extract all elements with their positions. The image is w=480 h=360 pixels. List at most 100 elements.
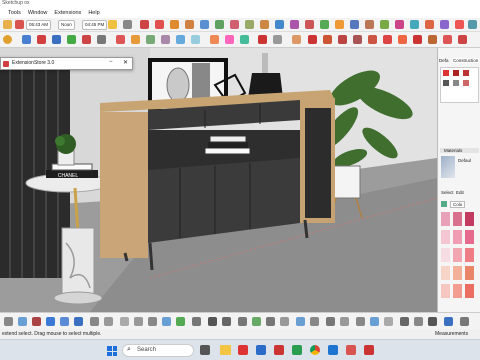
terrain-icon[interactable] [134, 317, 143, 326]
material-swatch[interactable] [453, 284, 462, 298]
cursor-icon[interactable] [4, 317, 13, 326]
material-swatch[interactable] [441, 266, 450, 280]
frame-icon[interactable] [414, 317, 423, 326]
minimize-button[interactable]: − [109, 59, 113, 65]
bag-icon[interactable] [460, 317, 469, 326]
tool-icon[interactable] [463, 70, 469, 76]
shadow-time-start[interactable]: 05:43 AM [26, 20, 52, 30]
cube-icon[interactable] [310, 317, 319, 326]
guides-icon[interactable] [273, 35, 282, 44]
orbit-icon[interactable] [3, 35, 12, 44]
plugin-icon[interactable] [365, 20, 374, 29]
extension-store-window[interactable]: ExtensionStore 3.0 − ✕ [0, 57, 133, 70]
section-fill-icon[interactable] [240, 35, 249, 44]
wireframe-icon[interactable] [37, 35, 46, 44]
plugin-icon[interactable] [275, 20, 284, 29]
flip-icon[interactable] [443, 35, 452, 44]
hidden-line-icon[interactable] [52, 35, 61, 44]
material-swatch[interactable] [465, 266, 474, 280]
close-button[interactable]: ✕ [123, 59, 128, 66]
intersect-icon[interactable] [458, 35, 467, 44]
plugin-icon[interactable] [468, 20, 477, 29]
plugin-icon[interactable] [410, 20, 419, 29]
tape-icon[interactable] [308, 35, 317, 44]
iso-view-icon[interactable] [116, 35, 125, 44]
chair-icon[interactable] [222, 317, 231, 326]
plugin-icon[interactable] [440, 20, 449, 29]
material-swatch[interactable] [453, 248, 462, 262]
dimension-icon[interactable] [323, 35, 332, 44]
plugin-icon[interactable] [350, 20, 359, 29]
move-icon[interactable] [383, 35, 392, 44]
plugin-icon[interactable] [260, 20, 269, 29]
camera-icon[interactable] [123, 20, 132, 29]
solid-tools-icon[interactable] [46, 317, 55, 326]
app-icon[interactable] [256, 345, 266, 355]
mono-icon[interactable] [97, 35, 106, 44]
select-tab[interactable]: Select [441, 190, 454, 195]
tool-icon[interactable] [443, 80, 449, 86]
menu-extensions[interactable]: Extensions [54, 10, 81, 16]
ruby-icon[interactable] [155, 20, 164, 29]
shadow-time-end[interactable]: 04:45 PM [82, 20, 108, 30]
menu-tools[interactable]: Tools [8, 10, 21, 16]
rotate-icon[interactable] [398, 35, 407, 44]
chrome-icon[interactable] [310, 345, 320, 355]
cube-icon[interactable] [266, 317, 275, 326]
cube-icon[interactable] [370, 317, 379, 326]
tool-icon[interactable] [453, 80, 459, 86]
plugin-icon[interactable] [245, 20, 254, 29]
xray-icon[interactable] [22, 35, 31, 44]
image-icon[interactable] [400, 317, 409, 326]
component-icon[interactable] [18, 317, 27, 326]
cube-icon[interactable] [340, 317, 349, 326]
material-swatch[interactable] [453, 266, 462, 280]
house-icon[interactable] [140, 20, 149, 29]
drape-icon[interactable] [162, 317, 171, 326]
file-explorer-icon[interactable] [220, 345, 231, 355]
cube-icon[interactable] [252, 317, 261, 326]
material-swatch[interactable] [465, 230, 474, 244]
taskbar-search[interactable]: ⌕ Search [122, 344, 194, 357]
app-icon[interactable] [292, 345, 302, 355]
plugin-icon[interactable] [230, 20, 239, 29]
cube-icon[interactable] [296, 317, 305, 326]
cube-icon[interactable] [356, 317, 365, 326]
section-cut-icon[interactable] [225, 35, 234, 44]
protractor-icon[interactable] [338, 35, 347, 44]
plugin-icon[interactable] [320, 20, 329, 29]
box-icon[interactable] [238, 317, 247, 326]
text-icon[interactable] [353, 35, 362, 44]
subtract-icon[interactable] [74, 317, 83, 326]
plugin-icon[interactable] [335, 20, 344, 29]
tab-construction[interactable]: Construction [452, 58, 480, 63]
cloud-icon[interactable] [384, 317, 393, 326]
material-swatch[interactable] [441, 212, 450, 226]
gear-icon[interactable] [326, 317, 335, 326]
materials-header[interactable]: Materials [440, 148, 479, 153]
scale-icon[interactable] [413, 35, 422, 44]
axes-icon[interactable] [258, 35, 267, 44]
split-icon[interactable] [104, 317, 113, 326]
plugin-icon[interactable] [290, 20, 299, 29]
group-icon[interactable] [32, 317, 41, 326]
trim-icon[interactable] [90, 317, 99, 326]
texture-icon[interactable] [82, 35, 91, 44]
material-swatch[interactable] [465, 212, 474, 226]
right-view-icon[interactable] [161, 35, 170, 44]
shadow-toggle-icon[interactable] [108, 20, 117, 29]
shaded-icon[interactable] [67, 35, 76, 44]
app-icon[interactable] [346, 345, 356, 355]
colors-dropdown[interactable]: Colo [450, 201, 466, 208]
app-icon[interactable] [328, 345, 338, 355]
material-swatch[interactable] [465, 284, 474, 298]
tool-icon[interactable] [453, 70, 459, 76]
top-view-icon[interactable] [131, 35, 140, 44]
plugin-icon[interactable] [305, 20, 314, 29]
stamp-icon[interactable] [148, 317, 157, 326]
material-swatch[interactable] [441, 248, 450, 262]
back-view-icon[interactable] [176, 35, 185, 44]
smoove-icon[interactable] [176, 317, 185, 326]
3d-text-icon[interactable] [368, 35, 377, 44]
sandbox-icon[interactable] [120, 317, 129, 326]
